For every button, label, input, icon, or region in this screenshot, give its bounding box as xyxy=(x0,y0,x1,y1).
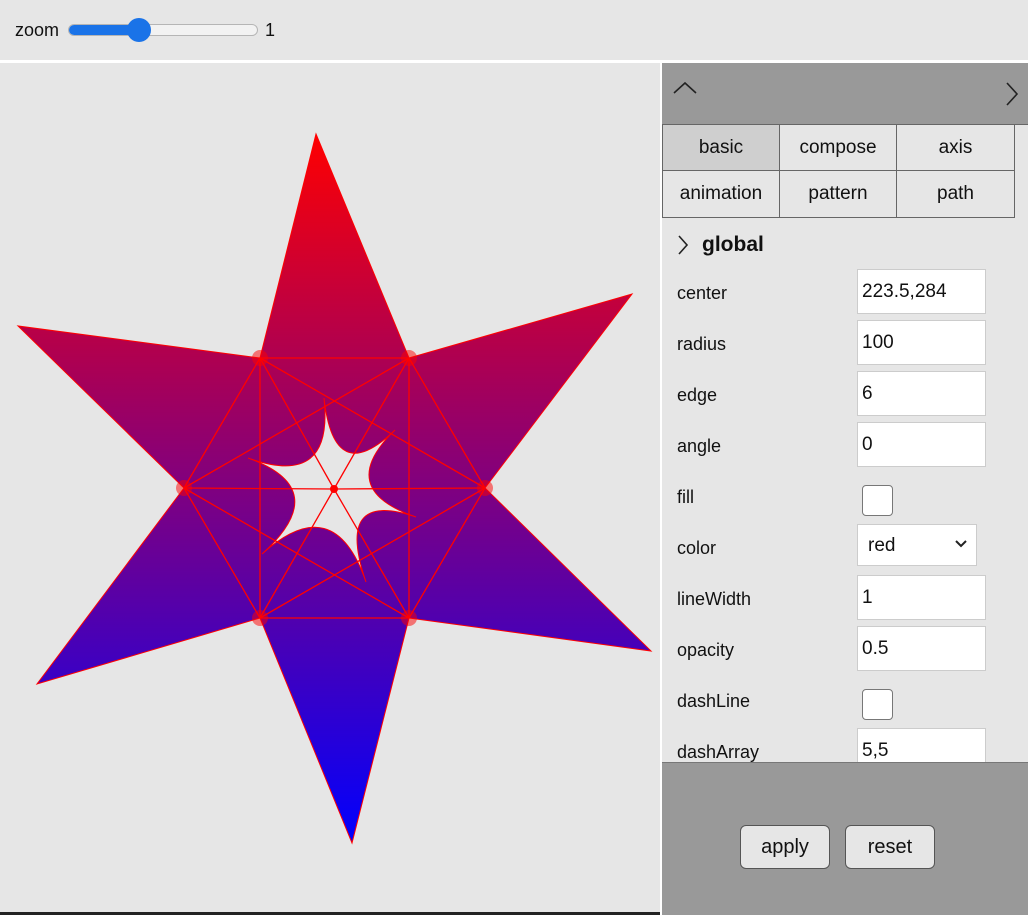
center-label: center xyxy=(677,283,728,303)
tab-basic[interactable]: basic xyxy=(663,125,780,171)
dasharray-label: dashArray xyxy=(677,742,760,762)
radius-input[interactable] xyxy=(857,320,986,365)
field-linewidth: lineWidth xyxy=(662,575,1028,626)
toolbar: zoom 1 xyxy=(0,0,1028,60)
chevron-right-icon xyxy=(678,235,689,255)
linewidth-input[interactable] xyxy=(857,575,986,620)
color-select-value: red xyxy=(868,535,896,556)
vertex-handle[interactable] xyxy=(176,480,192,496)
property-list[interactable]: global center radius edge angle fill col… xyxy=(662,218,1028,763)
vertex-handle[interactable] xyxy=(252,610,268,626)
field-opacity: opacity xyxy=(662,626,1028,677)
panel-footer: apply reset xyxy=(662,762,1028,915)
tab-path[interactable]: path xyxy=(897,171,1015,218)
edge-input[interactable] xyxy=(857,371,986,416)
dasharray-input[interactable] xyxy=(857,728,986,763)
zoom-slider-thumb[interactable] xyxy=(126,18,151,42)
section-header-global[interactable]: global xyxy=(676,230,764,260)
zoom-value: 1 xyxy=(265,20,276,40)
fill-label: fill xyxy=(677,487,694,507)
opacity-label: opacity xyxy=(677,640,735,660)
section-title: global xyxy=(702,233,764,256)
angle-label: angle xyxy=(677,436,722,456)
chevron-up-icon[interactable] xyxy=(672,79,698,99)
radius-label: radius xyxy=(677,334,727,354)
linewidth-label: lineWidth xyxy=(677,589,752,609)
dashline-label: dashLine xyxy=(677,691,751,711)
field-angle: angle xyxy=(662,422,1028,473)
tab-pattern[interactable]: pattern xyxy=(780,171,897,218)
drawing-canvas[interactable] xyxy=(0,63,660,915)
field-color: color red xyxy=(662,524,1028,575)
tab-compose[interactable]: compose xyxy=(780,125,897,171)
edge-label: edge xyxy=(677,385,718,405)
color-select[interactable]: red xyxy=(857,524,977,566)
zoom-slider[interactable] xyxy=(68,18,258,42)
center-point[interactable] xyxy=(330,485,338,493)
field-dashline: dashLine xyxy=(662,677,1028,728)
properties-panel: basic compose axis animation pattern pat… xyxy=(660,63,1028,915)
vertex-handle[interactable] xyxy=(477,480,493,496)
tab-animation[interactable]: animation xyxy=(663,171,780,218)
field-center: center xyxy=(662,269,1028,320)
apply-button[interactable]: apply xyxy=(740,825,830,869)
vertex-handle[interactable] xyxy=(252,350,268,366)
center-input[interactable] xyxy=(857,269,986,314)
color-label: color xyxy=(677,538,717,558)
opacity-input[interactable] xyxy=(857,626,986,671)
field-radius: radius xyxy=(662,320,1028,371)
tab-axis[interactable]: axis xyxy=(897,125,1015,171)
vertex-handle[interactable] xyxy=(401,610,417,626)
chevron-right-icon[interactable] xyxy=(1004,81,1020,107)
fill-checkbox[interactable] xyxy=(862,485,893,516)
field-fill: fill xyxy=(662,473,1028,524)
panel-header xyxy=(662,63,1028,125)
vertex-handle[interactable] xyxy=(401,350,417,366)
chevron-down-icon xyxy=(955,540,967,548)
dashline-checkbox[interactable] xyxy=(862,689,893,720)
reset-button[interactable]: reset xyxy=(845,825,935,869)
tab-bar: basic compose axis animation pattern pat… xyxy=(662,125,1015,218)
field-dasharray: dashArray xyxy=(662,728,1028,763)
angle-input[interactable] xyxy=(857,422,986,467)
zoom-label: zoom xyxy=(15,20,60,40)
field-edge: edge xyxy=(662,371,1028,422)
shape-drawing xyxy=(16,132,653,845)
